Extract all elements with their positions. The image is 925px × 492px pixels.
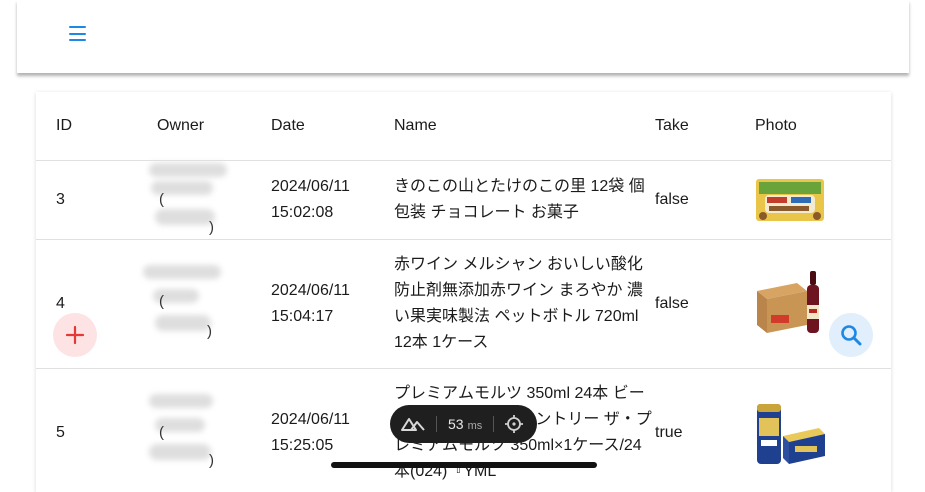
time-line: 15:04:17 bbox=[271, 304, 394, 330]
add-button[interactable] bbox=[53, 313, 97, 357]
header-photo[interactable]: Photo bbox=[755, 92, 891, 161]
cell-take: true bbox=[655, 369, 755, 492]
date-line: 2024/06/11 bbox=[271, 407, 394, 433]
cell-take: false bbox=[655, 240, 755, 369]
cell-owner: ( ) bbox=[157, 369, 271, 492]
cell-owner: ( ) bbox=[157, 161, 271, 240]
header-date[interactable]: Date bbox=[271, 92, 394, 161]
owner-redacted: ( ) bbox=[157, 265, 257, 343]
cell-photo bbox=[755, 161, 891, 240]
cell-photo bbox=[755, 240, 891, 369]
cell-owner: ( ) bbox=[157, 240, 271, 369]
wine-bottle-photo[interactable] bbox=[755, 271, 827, 337]
header-name[interactable]: Name bbox=[394, 92, 655, 161]
date-line: 2024/06/11 bbox=[271, 174, 394, 200]
cell-id: 3 bbox=[36, 161, 157, 240]
table-row[interactable]: 3 ( ) 2024/06/11 15:02:08 きのこの山とたけのこの里 1… bbox=[36, 161, 891, 240]
app-bar bbox=[17, 0, 909, 73]
time-line: 15:25:05 bbox=[271, 433, 394, 459]
owner-redacted: ( ) bbox=[157, 394, 257, 472]
frame-time-unit: ms bbox=[468, 420, 483, 432]
table-header-row: ID Owner Date Name Take Photo bbox=[36, 92, 891, 161]
performance-overlay: 53 ms bbox=[390, 405, 537, 443]
beer-can-photo[interactable] bbox=[755, 400, 827, 466]
home-indicator bbox=[331, 462, 597, 468]
date-line: 2024/06/11 bbox=[271, 278, 394, 304]
crosshair-icon[interactable] bbox=[504, 414, 524, 434]
cell-date: 2024/06/11 15:02:08 bbox=[271, 161, 394, 240]
search-icon bbox=[840, 324, 862, 346]
cell-id: 5 bbox=[36, 369, 157, 492]
cell-name: きのこの山とたけのこの里 12袋 個包装 チョコレート お菓子 bbox=[394, 161, 655, 240]
cell-take: false bbox=[655, 161, 755, 240]
owner-redacted: ( ) bbox=[157, 161, 257, 239]
header-take[interactable]: Take bbox=[655, 92, 755, 161]
cell-id: 4 bbox=[36, 240, 157, 369]
header-id[interactable]: ID bbox=[36, 92, 157, 161]
cell-date: 2024/06/11 15:25:05 bbox=[271, 369, 394, 492]
devtools-logo-icon[interactable] bbox=[401, 416, 427, 432]
menu-icon[interactable] bbox=[69, 26, 86, 41]
table-row[interactable]: 4 ( ) 2024/06/11 15:04:17 赤ワイン メルシャン おいし… bbox=[36, 240, 891, 369]
cell-date: 2024/06/11 15:04:17 bbox=[271, 240, 394, 369]
header-owner[interactable]: Owner bbox=[157, 92, 271, 161]
plus-icon bbox=[65, 325, 85, 345]
frame-time-value: 53 bbox=[448, 416, 464, 432]
cell-photo bbox=[755, 369, 891, 492]
search-button[interactable] bbox=[829, 313, 873, 357]
cell-name: 赤ワイン メルシャン おいしい酸化防止剤無添加赤ワイン まろやか 濃い果実味製法… bbox=[394, 240, 655, 369]
chocolate-snack-photo[interactable] bbox=[755, 178, 825, 222]
time-line: 15:02:08 bbox=[271, 200, 394, 226]
